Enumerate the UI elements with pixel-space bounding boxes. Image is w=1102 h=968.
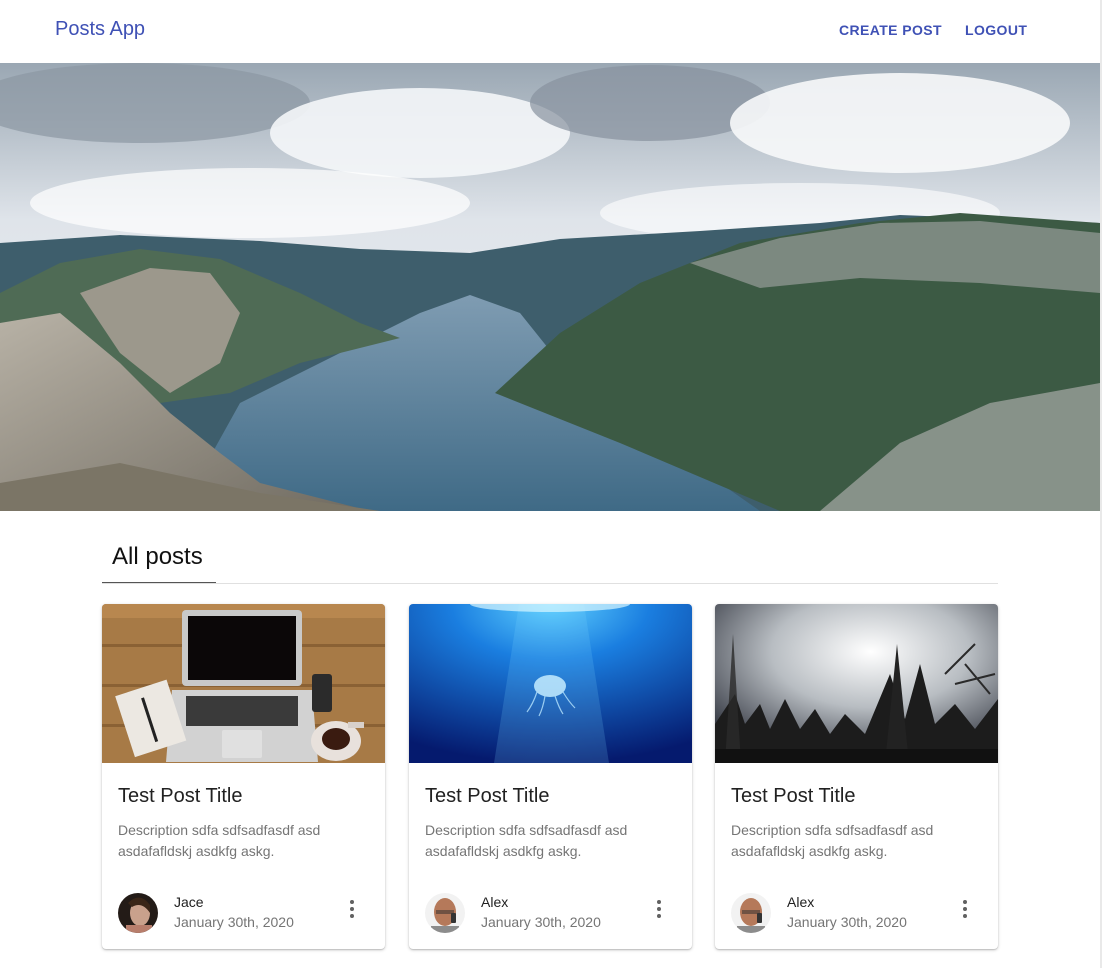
post-card[interactable]: Test Post Title Description sdfa sdfsadf…: [409, 604, 692, 949]
author-avatar[interactable]: [118, 893, 158, 933]
post-title: Test Post Title: [118, 785, 243, 807]
logout-button[interactable]: LOGOUT: [965, 22, 1027, 38]
post-description: Description sdfa sdfsadfasdf asd asdafaf…: [731, 822, 934, 859]
hero-banner-image: [0, 63, 1100, 511]
author-avatar[interactable]: [425, 893, 465, 933]
post-date: January 30th, 2020: [174, 914, 294, 930]
post-image-forest[interactable]: [715, 604, 998, 763]
brand-title[interactable]: Posts App: [55, 18, 145, 41]
post-image-jellyfish[interactable]: [409, 604, 692, 763]
post-card[interactable]: Test Post Title Description sdfa sdfsadf…: [715, 604, 998, 949]
post-description: Description sdfa sdfsadfasdf asd asdafaf…: [118, 822, 321, 859]
create-post-button[interactable]: CREATE POST: [839, 22, 942, 38]
section-divider: [102, 583, 998, 584]
author-name: Alex: [481, 894, 509, 910]
post-title: Test Post Title: [731, 785, 856, 807]
post-description: Description sdfa sdfsadfasdf asd asdafaf…: [425, 822, 628, 859]
more-vert-icon[interactable]: [647, 897, 671, 921]
app-bar: Posts App CREATE POST LOGOUT: [0, 0, 1102, 63]
author-name: Jace: [174, 894, 204, 910]
post-image-laptop[interactable]: [102, 604, 385, 763]
more-vert-icon[interactable]: [340, 897, 364, 921]
more-vert-icon[interactable]: [953, 897, 977, 921]
post-card[interactable]: Test Post Title Description sdfa sdfsadf…: [102, 604, 385, 949]
post-date: January 30th, 2020: [787, 914, 907, 930]
section-title[interactable]: All posts: [112, 543, 203, 571]
author-avatar[interactable]: [731, 893, 771, 933]
author-name: Alex: [787, 894, 815, 910]
post-date: January 30th, 2020: [481, 914, 601, 930]
post-title: Test Post Title: [425, 785, 550, 807]
